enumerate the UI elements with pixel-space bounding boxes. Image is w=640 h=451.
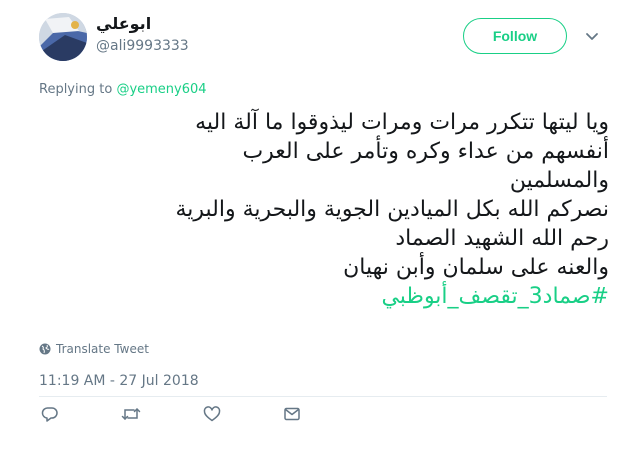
translate-label: Translate Tweet xyxy=(56,342,149,356)
replying-prefix: Replying to xyxy=(39,82,117,97)
globe-icon xyxy=(39,343,51,355)
like-button[interactable] xyxy=(201,403,223,425)
action-bar xyxy=(39,403,339,427)
tweet-text: ويا ليتها تتكرر مرات ومرات ليذوقوا ما آل… xyxy=(49,108,609,311)
hashtag-link[interactable]: #صماد3_تقصف_أبوظبي xyxy=(49,282,609,311)
translate-tweet-link[interactable]: Translate Tweet xyxy=(39,342,149,356)
display-name[interactable]: ابوعلي xyxy=(96,14,151,33)
direct-message-icon xyxy=(284,407,300,421)
tweet-line: والمسلمين xyxy=(509,168,609,193)
avatar[interactable] xyxy=(39,13,87,61)
divider xyxy=(39,396,607,397)
follow-button[interactable]: Follow xyxy=(463,18,567,54)
chevron-down-icon[interactable] xyxy=(585,30,599,44)
retweet-button[interactable] xyxy=(120,403,142,425)
tweet-line: أنفسهم من عداء وكره وتأمر على العرب xyxy=(242,139,609,164)
timestamp[interactable]: 11:19 AM - 27 Jul 2018 xyxy=(39,373,199,389)
replying-to: Replying to @yemeny604 xyxy=(39,82,207,97)
tweet-line: والعنه على سلمان وأبن نهيان xyxy=(343,255,609,280)
tweet-line: نصركم الله بكل الميادين الجوية والبحرية … xyxy=(175,197,609,222)
avatar-image xyxy=(39,13,87,61)
retweet-icon xyxy=(121,408,141,420)
like-icon xyxy=(203,406,221,422)
reply-mention-link[interactable]: @yemeny604 xyxy=(116,82,206,97)
reply-icon xyxy=(41,407,58,422)
tweet-line: ويا ليتها تتكرر مرات ومرات ليذوقوا ما آل… xyxy=(195,110,609,135)
tweet-line: رحم الله الشهيد الصماد xyxy=(395,226,609,251)
direct-message-button[interactable] xyxy=(281,403,303,425)
user-handle[interactable]: @ali9993333 xyxy=(96,38,189,54)
reply-button[interactable] xyxy=(39,403,61,425)
tweet-card: ابوعلي @ali9993333 Follow Replying to @y… xyxy=(0,0,640,451)
